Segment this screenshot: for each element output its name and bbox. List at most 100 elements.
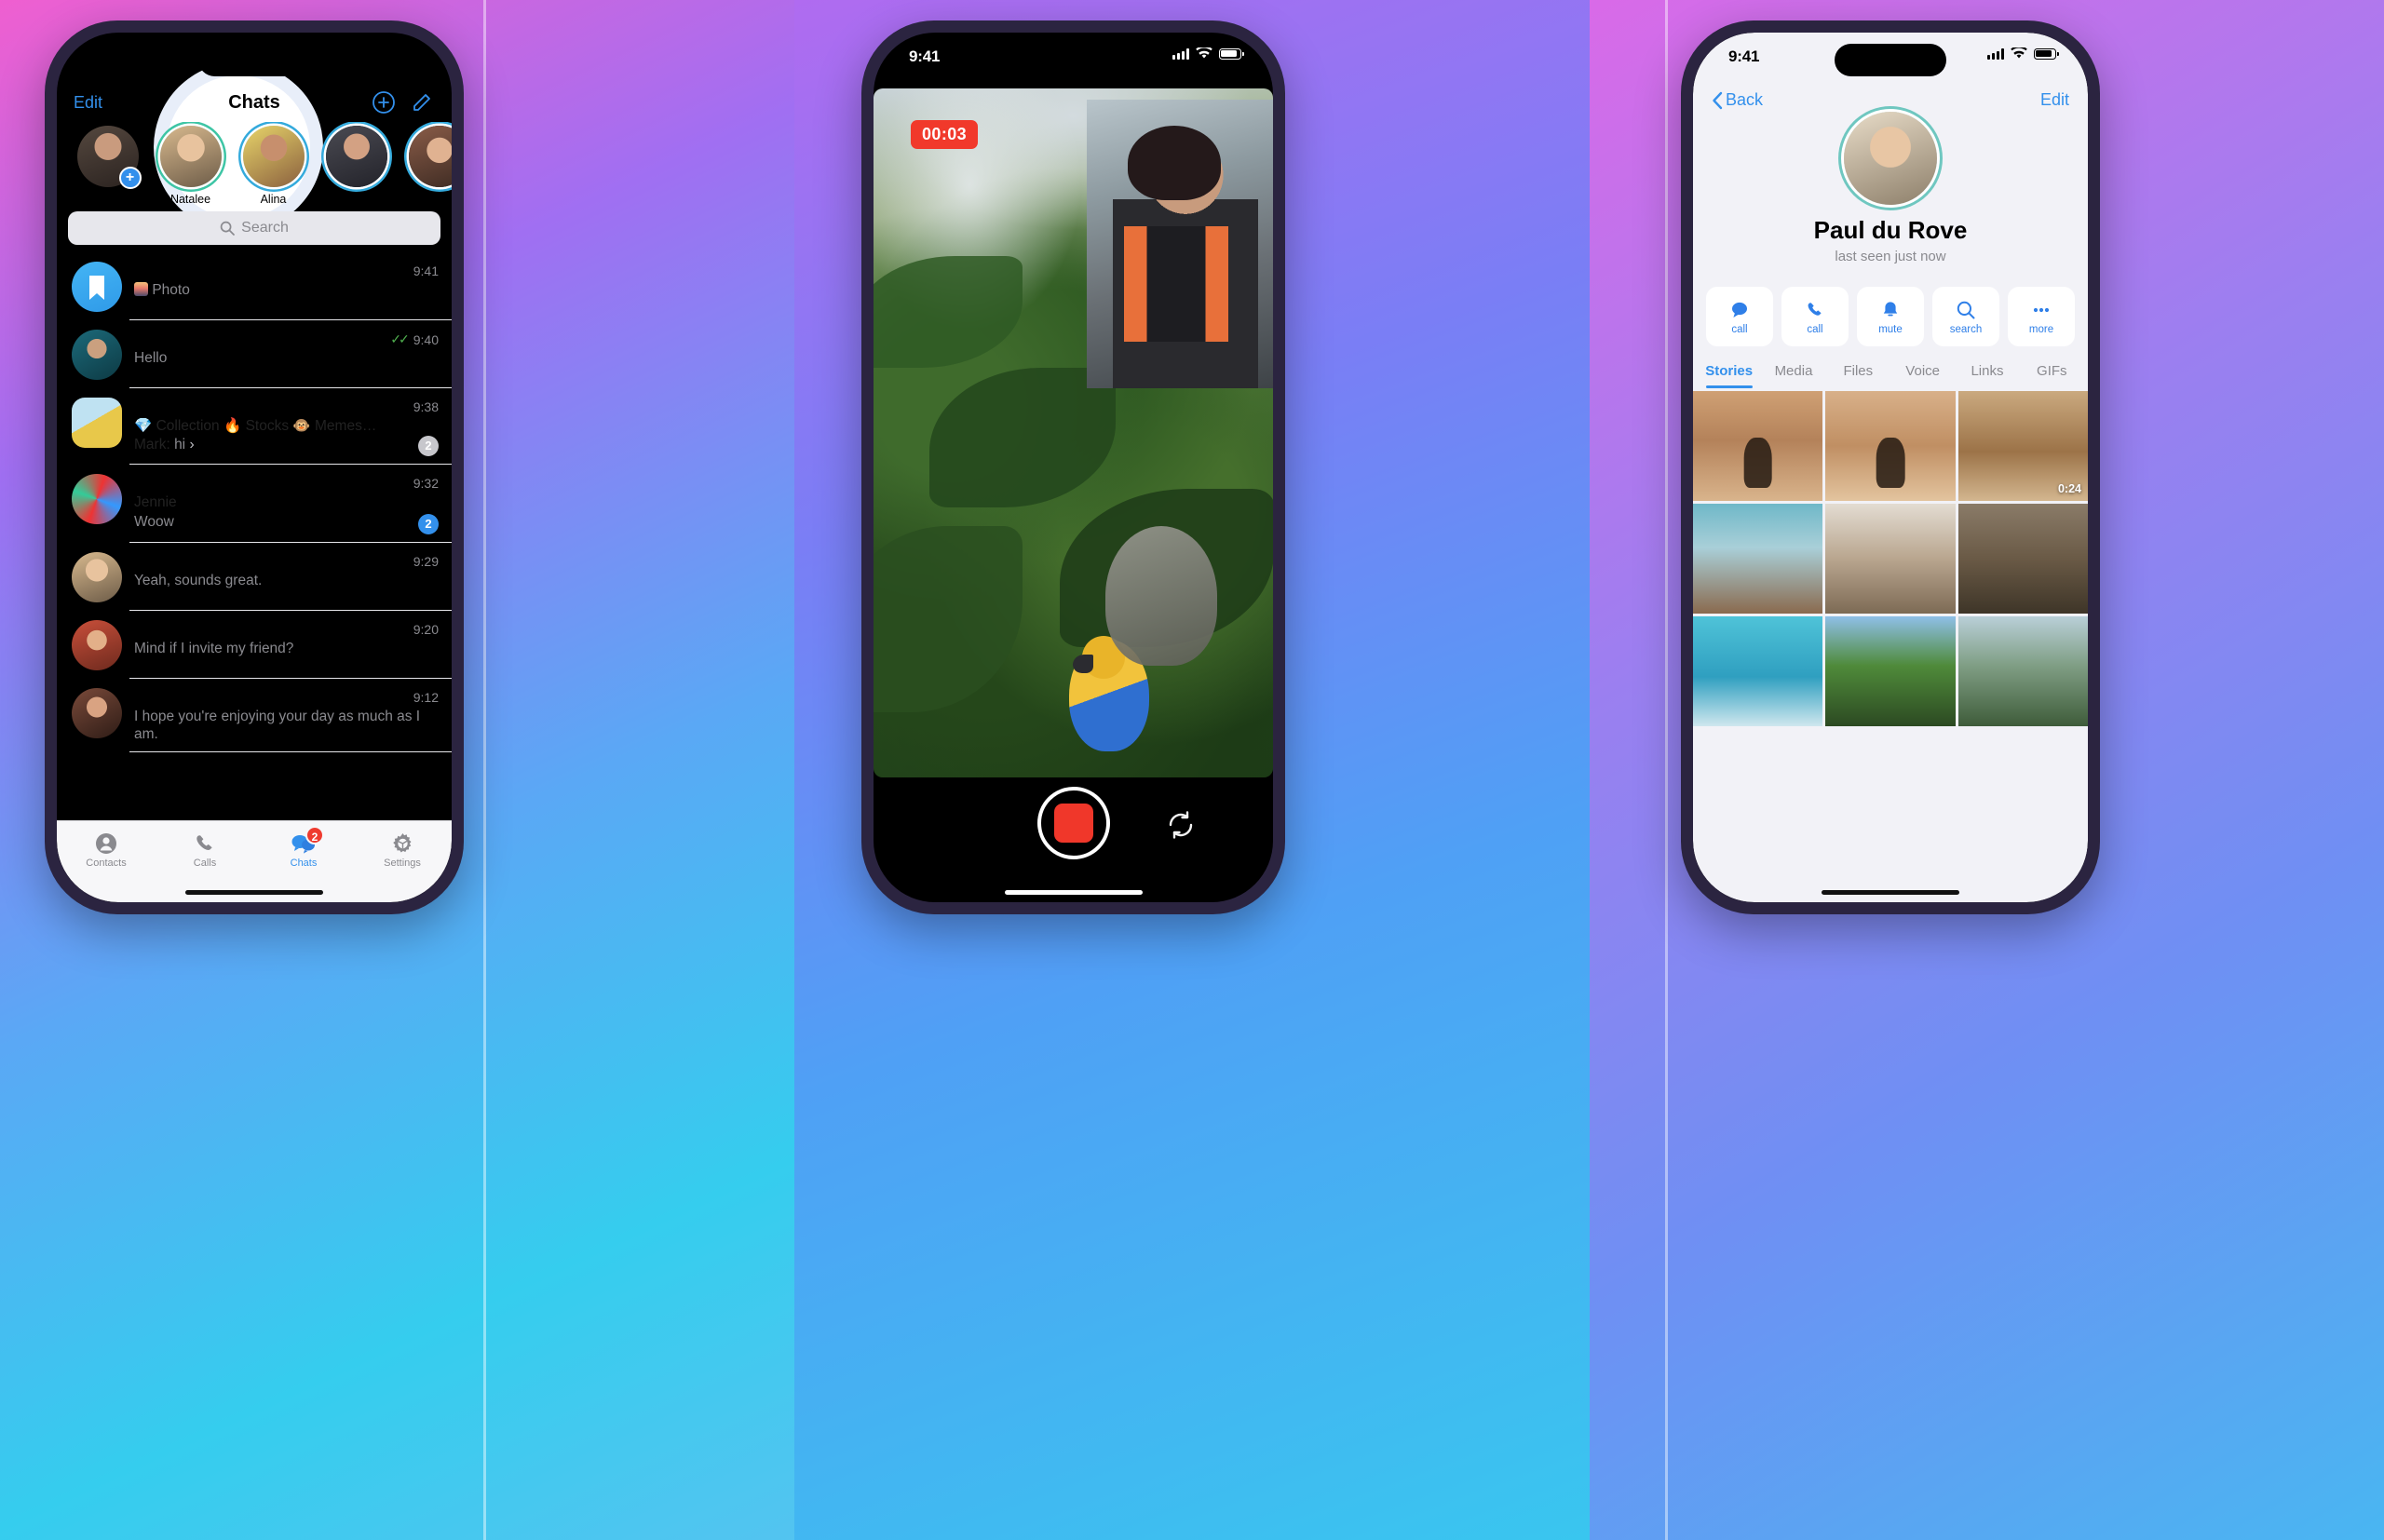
story-label: Natalee — [169, 193, 211, 206]
signal-icon — [351, 47, 368, 60]
table-row[interactable]: Natalee 9:29 Yeah, sounds great. — [57, 543, 452, 611]
grid-item[interactable] — [1693, 391, 1823, 501]
video-duration: 0:24 — [2057, 482, 2081, 495]
signal-icon — [1172, 47, 1189, 60]
phone-chats: 9:41 Edit Chats + My Story Natalee Alina… — [45, 20, 464, 914]
story-item[interactable]: + My Story — [68, 126, 147, 206]
grid-item[interactable] — [1825, 616, 1956, 726]
flip-camera-icon[interactable] — [1165, 809, 1197, 841]
chat-time: 9:20 — [413, 621, 439, 637]
chats-navbar: Edit Chats — [57, 87, 452, 122]
table-row[interactable]: Jessica ✓✓ 9:40 Hello — [57, 320, 452, 388]
chat-name: Natalee — [134, 551, 191, 570]
unread-badge: 2 — [418, 513, 439, 534]
bell-icon — [1880, 299, 1901, 321]
back-button[interactable]: Back — [1712, 90, 1763, 110]
read-receipt-icon: ✓✓ — [390, 331, 410, 346]
grid-item[interactable] — [1825, 504, 1956, 614]
chat-list[interactable]: Saved Messages 9:41 Photo Jessica ✓✓ 9:4… — [57, 252, 452, 753]
dynamic-island — [1835, 44, 1946, 76]
record-button[interactable] — [1036, 787, 1110, 859]
more-dots-icon — [2031, 299, 2052, 321]
table-row[interactable]: Digital Nomads 9:32 Jennie Woow 2 — [57, 465, 452, 544]
story-item[interactable]: Natalee — [151, 126, 230, 206]
phone-icon — [1805, 299, 1825, 321]
story-avatar[interactable] — [408, 126, 452, 187]
chat-name: wallstreetbets — [134, 398, 240, 415]
edit-button[interactable]: Edit — [2040, 90, 2069, 110]
message-icon — [1729, 299, 1750, 321]
story-label: Paul — [344, 193, 369, 206]
story-label: Emma — [422, 193, 452, 206]
bookmark-icon — [89, 276, 104, 300]
grid-item[interactable] — [1957, 504, 2088, 614]
story-item[interactable]: Alina — [234, 126, 313, 206]
add-story-icon[interactable]: + — [118, 167, 142, 189]
avatar — [72, 398, 122, 448]
story-avatar[interactable] — [159, 126, 222, 187]
story-avatar[interactable] — [242, 126, 305, 187]
chat-preview-text: Yeah, sounds great. — [134, 572, 263, 588]
chat-time: 9:32 — [413, 476, 439, 492]
story-label: Alina — [260, 193, 287, 206]
status-time: 9:41 — [909, 47, 941, 65]
panel-divider-1 — [483, 0, 486, 1540]
chat-time: 9:40 — [413, 331, 439, 347]
grid-item[interactable] — [1693, 504, 1823, 614]
action-search[interactable]: search — [1932, 287, 1999, 346]
tab-voice[interactable]: Voice — [1890, 356, 1955, 388]
stories-grid[interactable]: 0:24 — [1693, 388, 2088, 726]
avatar — [72, 687, 122, 738]
table-row[interactable]: wallstreetbets 9:38 💎 Collection 🔥 Stock… — [57, 388, 452, 466]
avatar — [72, 619, 122, 670]
story-avatar[interactable]: + — [76, 126, 142, 189]
table-row[interactable]: Lee 9:20 Mind if I invite my friend? — [57, 611, 452, 679]
tab-media[interactable]: Media — [1761, 356, 1825, 388]
profile-name: Paul du Rove — [1813, 216, 1968, 244]
action-call[interactable]: call — [1781, 287, 1849, 346]
story-item[interactable]: Emma — [400, 126, 452, 206]
table-row[interactable]: Saved Messages 9:41 Photo — [57, 252, 452, 320]
search-placeholder: Search — [241, 220, 289, 236]
tab-contacts[interactable]: Contacts — [57, 830, 156, 902]
table-row[interactable]: Emma 9:12 I hope you're enjoying your da… — [57, 679, 452, 753]
recording-timer: 00:03 — [911, 120, 979, 149]
grid-item[interactable] — [1693, 616, 1823, 726]
profile-tabs[interactable]: Stories Media Files Voice Links GIFs — [1693, 356, 2088, 388]
unread-badge: 2 — [305, 826, 324, 844]
chat-time: 9:38 — [413, 399, 439, 414]
compose-icon[interactable] — [411, 90, 435, 115]
camera-viewfinder[interactable]: 00:03 — [874, 88, 1273, 777]
edit-button[interactable]: Edit — [74, 93, 102, 113]
tab-settings[interactable]: Settings — [353, 830, 452, 902]
grid-item[interactable] — [1825, 391, 1956, 501]
chat-preview-text: Hello — [134, 350, 168, 366]
action-more[interactable]: more — [2008, 287, 2075, 346]
avatar — [72, 474, 122, 525]
profile-actions[interactable]: call call mute search more — [1693, 276, 2088, 356]
panel-divider-2 — [1665, 0, 1668, 1540]
chevron-left-icon — [1713, 91, 1723, 109]
story-avatar[interactable] — [325, 126, 387, 187]
tab-files[interactable]: Files — [1826, 356, 1890, 388]
story-label: My Story — [84, 193, 131, 206]
tab-links[interactable]: Links — [1955, 356, 2019, 388]
home-indicator — [1004, 890, 1143, 895]
tab-stories[interactable]: Stories — [1697, 356, 1761, 388]
search-input[interactable]: Search — [68, 211, 440, 245]
chat-preview: Photo — [134, 281, 439, 300]
action-mute[interactable]: mute — [1857, 287, 1924, 346]
page-title: Chats — [228, 91, 280, 113]
action-message[interactable]: call — [1706, 287, 1773, 346]
grid-item[interactable] — [1957, 616, 2088, 726]
avatar[interactable] — [1844, 112, 1937, 205]
story-item[interactable]: Paul — [317, 126, 396, 206]
grid-item[interactable]: 0:24 — [1957, 391, 2088, 501]
sender-name: Mark: — [134, 436, 170, 453]
sloth — [1105, 526, 1217, 666]
stories-strip[interactable]: + My Story Natalee Alina Paul Emma — [57, 122, 452, 206]
gear-icon — [392, 832, 411, 852]
tab-gifs[interactable]: GIFs — [2020, 356, 2084, 388]
selfie-picture-in-picture[interactable] — [1087, 100, 1273, 388]
add-contact-icon[interactable] — [372, 90, 396, 115]
